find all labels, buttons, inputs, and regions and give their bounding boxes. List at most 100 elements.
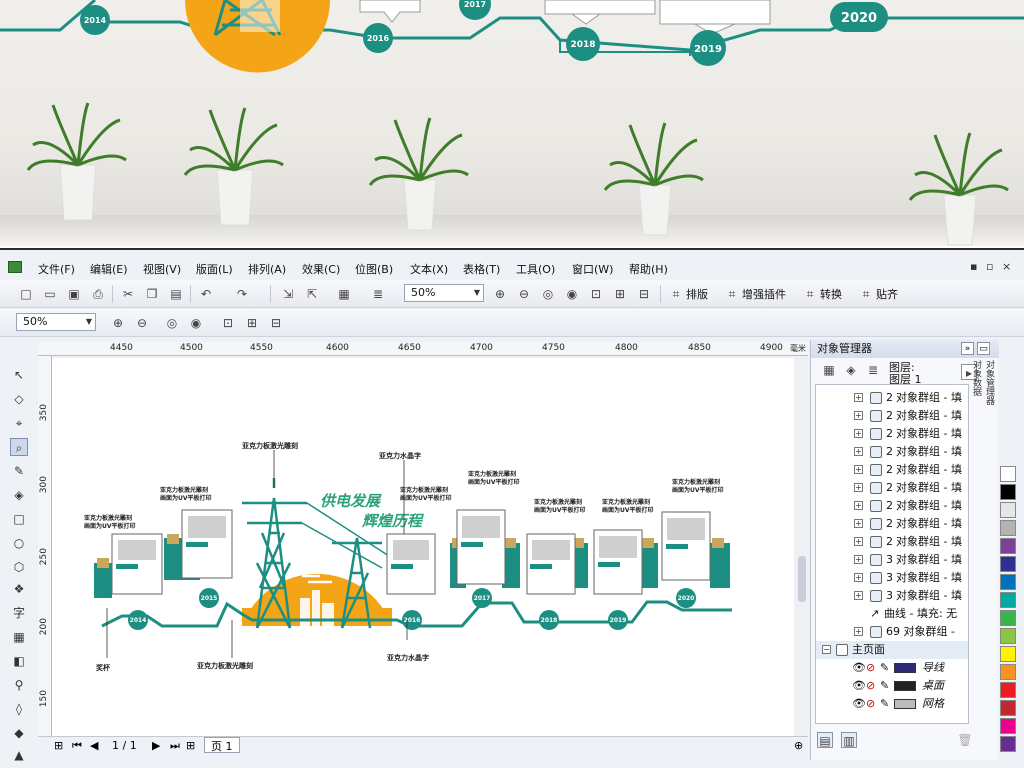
menu-help[interactable]: 帮助(H) [629,261,668,277]
object-row[interactable]: +2 对象群组 - 填 [816,389,968,407]
ellipse-tool-icon[interactable]: ○ [10,534,28,552]
zoom-in-icon[interactable]: ⊕ [110,315,126,331]
palette-swatch[interactable] [1000,484,1016,500]
object-row[interactable]: +2 对象群组 - 填 [816,479,968,497]
cut-icon[interactable]: ✂ [120,286,136,302]
zoom-level-select-2[interactable]: 50% ▼ [16,313,96,331]
zoom-in-icon[interactable]: ⊕ [492,286,508,302]
plugins-icon[interactable]: ⌗ [724,286,740,302]
expand-toggle-icon[interactable]: + [854,591,863,600]
paste-icon[interactable]: ▤ [168,286,184,302]
fill-tool-icon[interactable]: ◆ [10,724,28,742]
side-tab-object-manager[interactable]: 对象管理器 [984,360,994,405]
print-disabled-icon[interactable]: ⊘ [866,695,875,713]
master-page-row[interactable]: − 主页面 [816,641,968,659]
layout-button[interactable]: 排版 [686,286,708,302]
crop-tool-icon[interactable]: ⌖ [10,414,28,432]
docker-minimize-icon[interactable]: ▭ [977,342,990,355]
expand-toggle-icon[interactable]: + [854,393,863,402]
zoom-selected-icon[interactable]: ◎ [164,315,180,331]
prev-page-icon[interactable]: ◀ [90,739,98,752]
menu-tools[interactable]: 工具(O) [516,261,555,277]
palette-swatch[interactable] [1000,556,1016,572]
save-icon[interactable]: ▣ [66,286,82,302]
zoom-page-icon[interactable]: ⊡ [588,286,604,302]
expand-toggle-icon[interactable]: + [854,555,863,564]
menu-text[interactable]: 文本(X) [410,261,448,277]
zoom-out-icon[interactable]: ⊖ [134,315,150,331]
smart-fill-icon[interactable]: ◈ [10,486,28,504]
navigator-icon[interactable]: ⊕ [794,739,803,752]
object-row[interactable]: +2 对象群组 - 填 [816,407,968,425]
object-row[interactable]: +2 对象群组 - 填 [816,533,968,551]
snap-icon[interactable]: ⌗ [858,286,874,302]
page-tab-1[interactable]: 页 1 [204,737,240,753]
palette-swatch[interactable] [1000,664,1016,680]
snap-button[interactable]: 贴齐 [876,286,898,302]
layer-manager-view-icon[interactable]: ≣ [865,362,881,378]
vertical-ruler[interactable]: 350 300 250 200 150 [38,356,52,736]
object-row[interactable]: +2 对象群组 - 填 [816,443,968,461]
print-disabled-icon[interactable]: ⊘ [866,677,875,695]
palette-swatch[interactable] [1000,628,1016,644]
master-layer-row-grid[interactable]: 👁 ⊘ ✎ 网格 [816,695,968,713]
palette-swatch[interactable] [1000,466,1016,482]
plugins-button[interactable]: 增强插件 [742,286,786,302]
new-document-icon[interactable]: □ [18,286,34,302]
redo-icon[interactable]: ↷ [234,286,250,302]
rectangle-tool-icon[interactable]: □ [10,510,28,528]
menu-effects[interactable]: 效果(C) [302,261,340,277]
palette-swatch[interactable] [1000,646,1016,662]
object-row[interactable]: +3 对象群组 - 填 [816,569,968,587]
copy-icon[interactable]: ❐ [144,286,160,302]
palette-swatch[interactable] [1000,700,1016,716]
palette-swatch[interactable] [1000,502,1016,518]
menu-bitmaps[interactable]: 位图(B) [355,261,393,277]
first-page-icon[interactable]: ⏮ [72,739,82,753]
zoom-height-icon[interactable]: ⊟ [268,315,284,331]
application-launcher-icon[interactable]: ▦ [336,286,352,302]
show-properties-icon[interactable]: ▦ [821,362,837,378]
expand-toggle-icon[interactable]: + [854,501,863,510]
pick-tool-icon[interactable]: ↖ [10,366,28,384]
object-row[interactable]: +2 对象群组 - 填 [816,461,968,479]
expand-toggle-icon[interactable]: + [854,483,863,492]
restore-icon[interactable]: ▫ [986,260,993,273]
add-page-icon[interactable]: ⊞ [54,739,63,752]
palette-swatch[interactable] [1000,718,1016,734]
zoom-tool-icon[interactable]: ⌕ [10,438,28,456]
menu-window[interactable]: 窗口(W) [572,261,613,277]
palette-swatch[interactable] [1000,682,1016,698]
zoom-page-icon[interactable]: ⊡ [220,315,236,331]
zoom-all-icon[interactable]: ◉ [188,315,204,331]
vertical-scrollbar[interactable] [796,356,808,736]
outline-tool-icon[interactable]: ◊ [10,700,28,718]
eye-icon[interactable]: 👁 [852,695,866,713]
convert-icon[interactable]: ⌗ [802,286,818,302]
undo-icon[interactable]: ↶ [198,286,214,302]
eye-icon[interactable]: 👁 [852,677,866,695]
zoom-width-icon[interactable]: ⊞ [612,286,628,302]
new-master-layer-icon[interactable]: ▥ [841,732,857,748]
zoom-height-icon[interactable]: ⊟ [636,286,652,302]
master-layer-row-desktop[interactable]: 👁 ⊘ ✎ 桌面 [816,677,968,695]
palette-swatch[interactable] [1000,592,1016,608]
expand-toggle-icon[interactable]: + [854,573,863,582]
shape-tool-icon[interactable]: ◇ [10,390,28,408]
drawing-canvas[interactable]: 供电发展 辉煌历程 2014 2015 2016 2017 2018 2019 … [52,358,794,736]
object-tree[interactable]: +2 对象群组 - 填 +2 对象群组 - 填 +2 对象群组 - 填 +2 对象群组 - 填… [815,384,969,724]
import-icon[interactable]: ⇲ [280,286,296,302]
freehand-tool-icon[interactable]: ✎ [10,462,28,480]
eyedropper-tool-icon[interactable]: ⚲ [10,676,28,694]
table-tool-icon[interactable]: ▦ [10,628,28,646]
palette-swatch[interactable] [1000,538,1016,554]
zoom-selected-icon[interactable]: ◎ [540,286,556,302]
minimize-icon[interactable]: ▪ [970,260,977,273]
master-layer-row-guides[interactable]: 👁 ⊘ ✎ 导线 [816,659,968,677]
layout-icon[interactable]: ⌗ [668,286,684,302]
collapse-toggle-icon[interactable]: − [822,645,831,654]
zoom-out-icon[interactable]: ⊖ [516,286,532,302]
export-icon[interactable]: ⇱ [304,286,320,302]
palette-swatch[interactable] [1000,610,1016,626]
expand-toggle-icon[interactable]: + [854,519,863,528]
